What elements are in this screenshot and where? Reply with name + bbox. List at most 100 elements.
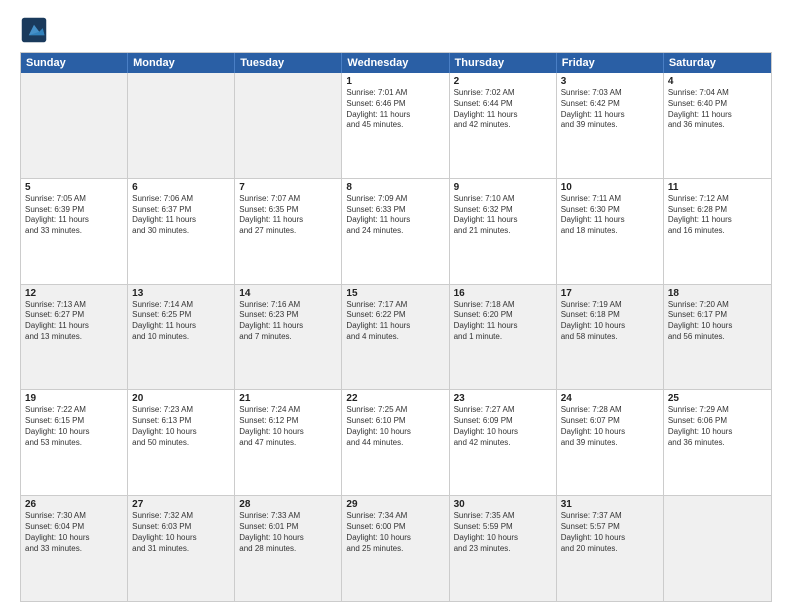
- day-number: 2: [454, 76, 552, 87]
- day-number: 16: [454, 288, 552, 299]
- day-info: Sunrise: 7:20 AM Sunset: 6:17 PM Dayligh…: [668, 300, 767, 343]
- calendar-body: 1Sunrise: 7:01 AM Sunset: 6:46 PM Daylig…: [21, 73, 771, 601]
- weekday-header: Thursday: [450, 53, 557, 73]
- day-info: Sunrise: 7:05 AM Sunset: 6:39 PM Dayligh…: [25, 194, 123, 237]
- calendar-cell: 13Sunrise: 7:14 AM Sunset: 6:25 PM Dayli…: [128, 285, 235, 390]
- day-number: 31: [561, 499, 659, 510]
- day-number: 6: [132, 182, 230, 193]
- day-number: 30: [454, 499, 552, 510]
- day-number: 23: [454, 393, 552, 404]
- calendar-cell: 11Sunrise: 7:12 AM Sunset: 6:28 PM Dayli…: [664, 179, 771, 284]
- day-info: Sunrise: 7:25 AM Sunset: 6:10 PM Dayligh…: [346, 405, 444, 448]
- day-number: 3: [561, 76, 659, 87]
- calendar-cell: 12Sunrise: 7:13 AM Sunset: 6:27 PM Dayli…: [21, 285, 128, 390]
- day-number: 9: [454, 182, 552, 193]
- day-info: Sunrise: 7:04 AM Sunset: 6:40 PM Dayligh…: [668, 88, 767, 131]
- day-info: Sunrise: 7:18 AM Sunset: 6:20 PM Dayligh…: [454, 300, 552, 343]
- calendar-cell: 7Sunrise: 7:07 AM Sunset: 6:35 PM Daylig…: [235, 179, 342, 284]
- calendar-cell: 22Sunrise: 7:25 AM Sunset: 6:10 PM Dayli…: [342, 390, 449, 495]
- day-info: Sunrise: 7:34 AM Sunset: 6:00 PM Dayligh…: [346, 511, 444, 554]
- day-info: Sunrise: 7:37 AM Sunset: 5:57 PM Dayligh…: [561, 511, 659, 554]
- calendar-cell: 17Sunrise: 7:19 AM Sunset: 6:18 PM Dayli…: [557, 285, 664, 390]
- calendar-cell: 10Sunrise: 7:11 AM Sunset: 6:30 PM Dayli…: [557, 179, 664, 284]
- calendar-row: 12Sunrise: 7:13 AM Sunset: 6:27 PM Dayli…: [21, 284, 771, 390]
- calendar-cell: [21, 73, 128, 178]
- day-info: Sunrise: 7:14 AM Sunset: 6:25 PM Dayligh…: [132, 300, 230, 343]
- page: SundayMondayTuesdayWednesdayThursdayFrid…: [0, 0, 792, 612]
- day-number: 18: [668, 288, 767, 299]
- weekday-header: Friday: [557, 53, 664, 73]
- weekday-header: Wednesday: [342, 53, 449, 73]
- calendar-cell: 21Sunrise: 7:24 AM Sunset: 6:12 PM Dayli…: [235, 390, 342, 495]
- day-info: Sunrise: 7:16 AM Sunset: 6:23 PM Dayligh…: [239, 300, 337, 343]
- calendar-cell: 15Sunrise: 7:17 AM Sunset: 6:22 PM Dayli…: [342, 285, 449, 390]
- day-number: 11: [668, 182, 767, 193]
- day-number: 27: [132, 499, 230, 510]
- day-info: Sunrise: 7:28 AM Sunset: 6:07 PM Dayligh…: [561, 405, 659, 448]
- day-number: 7: [239, 182, 337, 193]
- calendar-cell: 16Sunrise: 7:18 AM Sunset: 6:20 PM Dayli…: [450, 285, 557, 390]
- calendar-cell: 24Sunrise: 7:28 AM Sunset: 6:07 PM Dayli…: [557, 390, 664, 495]
- calendar-row: 1Sunrise: 7:01 AM Sunset: 6:46 PM Daylig…: [21, 73, 771, 178]
- day-number: 22: [346, 393, 444, 404]
- day-info: Sunrise: 7:02 AM Sunset: 6:44 PM Dayligh…: [454, 88, 552, 131]
- calendar-cell: 20Sunrise: 7:23 AM Sunset: 6:13 PM Dayli…: [128, 390, 235, 495]
- calendar-cell: [128, 73, 235, 178]
- day-info: Sunrise: 7:29 AM Sunset: 6:06 PM Dayligh…: [668, 405, 767, 448]
- calendar-cell: 14Sunrise: 7:16 AM Sunset: 6:23 PM Dayli…: [235, 285, 342, 390]
- day-number: 25: [668, 393, 767, 404]
- weekday-header: Saturday: [664, 53, 771, 73]
- calendar-cell: 5Sunrise: 7:05 AM Sunset: 6:39 PM Daylig…: [21, 179, 128, 284]
- day-number: 8: [346, 182, 444, 193]
- calendar-cell: 25Sunrise: 7:29 AM Sunset: 6:06 PM Dayli…: [664, 390, 771, 495]
- calendar-row: 19Sunrise: 7:22 AM Sunset: 6:15 PM Dayli…: [21, 389, 771, 495]
- day-number: 1: [346, 76, 444, 87]
- day-number: 21: [239, 393, 337, 404]
- day-info: Sunrise: 7:09 AM Sunset: 6:33 PM Dayligh…: [346, 194, 444, 237]
- day-number: 26: [25, 499, 123, 510]
- day-number: 29: [346, 499, 444, 510]
- day-number: 17: [561, 288, 659, 299]
- calendar-cell: 3Sunrise: 7:03 AM Sunset: 6:42 PM Daylig…: [557, 73, 664, 178]
- day-number: 4: [668, 76, 767, 87]
- calendar-cell: 6Sunrise: 7:06 AM Sunset: 6:37 PM Daylig…: [128, 179, 235, 284]
- calendar-cell: 28Sunrise: 7:33 AM Sunset: 6:01 PM Dayli…: [235, 496, 342, 601]
- day-info: Sunrise: 7:23 AM Sunset: 6:13 PM Dayligh…: [132, 405, 230, 448]
- day-number: 13: [132, 288, 230, 299]
- calendar-row: 26Sunrise: 7:30 AM Sunset: 6:04 PM Dayli…: [21, 495, 771, 601]
- calendar-cell: [235, 73, 342, 178]
- calendar: SundayMondayTuesdayWednesdayThursdayFrid…: [20, 52, 772, 602]
- calendar-cell: 9Sunrise: 7:10 AM Sunset: 6:32 PM Daylig…: [450, 179, 557, 284]
- day-info: Sunrise: 7:22 AM Sunset: 6:15 PM Dayligh…: [25, 405, 123, 448]
- day-number: 20: [132, 393, 230, 404]
- day-info: Sunrise: 7:30 AM Sunset: 6:04 PM Dayligh…: [25, 511, 123, 554]
- day-number: 15: [346, 288, 444, 299]
- calendar-header: SundayMondayTuesdayWednesdayThursdayFrid…: [21, 53, 771, 73]
- calendar-cell: 26Sunrise: 7:30 AM Sunset: 6:04 PM Dayli…: [21, 496, 128, 601]
- day-info: Sunrise: 7:07 AM Sunset: 6:35 PM Dayligh…: [239, 194, 337, 237]
- calendar-cell: 1Sunrise: 7:01 AM Sunset: 6:46 PM Daylig…: [342, 73, 449, 178]
- day-info: Sunrise: 7:13 AM Sunset: 6:27 PM Dayligh…: [25, 300, 123, 343]
- calendar-row: 5Sunrise: 7:05 AM Sunset: 6:39 PM Daylig…: [21, 178, 771, 284]
- day-info: Sunrise: 7:12 AM Sunset: 6:28 PM Dayligh…: [668, 194, 767, 237]
- day-info: Sunrise: 7:01 AM Sunset: 6:46 PM Dayligh…: [346, 88, 444, 131]
- day-number: 5: [25, 182, 123, 193]
- calendar-cell: 30Sunrise: 7:35 AM Sunset: 5:59 PM Dayli…: [450, 496, 557, 601]
- day-info: Sunrise: 7:17 AM Sunset: 6:22 PM Dayligh…: [346, 300, 444, 343]
- calendar-cell: 8Sunrise: 7:09 AM Sunset: 6:33 PM Daylig…: [342, 179, 449, 284]
- calendar-cell: [664, 496, 771, 601]
- day-number: 12: [25, 288, 123, 299]
- day-info: Sunrise: 7:11 AM Sunset: 6:30 PM Dayligh…: [561, 194, 659, 237]
- calendar-cell: 23Sunrise: 7:27 AM Sunset: 6:09 PM Dayli…: [450, 390, 557, 495]
- calendar-cell: 31Sunrise: 7:37 AM Sunset: 5:57 PM Dayli…: [557, 496, 664, 601]
- day-number: 19: [25, 393, 123, 404]
- day-number: 10: [561, 182, 659, 193]
- logo-icon: [20, 16, 48, 44]
- header: [20, 16, 772, 44]
- day-info: Sunrise: 7:33 AM Sunset: 6:01 PM Dayligh…: [239, 511, 337, 554]
- day-info: Sunrise: 7:35 AM Sunset: 5:59 PM Dayligh…: [454, 511, 552, 554]
- day-number: 28: [239, 499, 337, 510]
- calendar-cell: 29Sunrise: 7:34 AM Sunset: 6:00 PM Dayli…: [342, 496, 449, 601]
- day-info: Sunrise: 7:06 AM Sunset: 6:37 PM Dayligh…: [132, 194, 230, 237]
- day-info: Sunrise: 7:03 AM Sunset: 6:42 PM Dayligh…: [561, 88, 659, 131]
